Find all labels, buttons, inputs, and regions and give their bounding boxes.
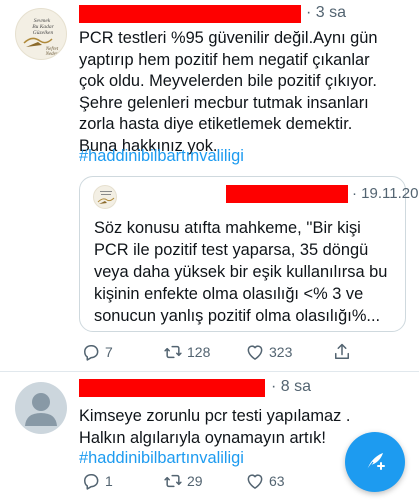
quoted-tweet[interactable]: · 19.11.2020 Söz konusu atıfta mahkeme, …	[79, 176, 419, 332]
like-count: 323	[269, 344, 293, 360]
avatar[interactable]: Sevmek Bu Kadar Güzelken Nefret Neden	[15, 8, 67, 60]
retweet-icon	[164, 345, 182, 359]
retweet-button[interactable]: 29	[163, 469, 203, 493]
tweet[interactable]: Sevmek Bu Kadar Güzelken Nefret Neden · …	[0, 0, 419, 372]
share-button[interactable]	[332, 340, 352, 364]
redacted-username	[79, 379, 265, 397]
avatar[interactable]	[15, 382, 67, 434]
heart-icon	[247, 345, 263, 360]
tweet-actions: 7 128 323	[79, 340, 409, 364]
tweet-time[interactable]: · 3 sa	[306, 4, 346, 22]
retweet-count: 128	[187, 344, 211, 360]
reply-button[interactable]: 7	[81, 340, 113, 364]
reply-icon	[84, 345, 99, 361]
compose-tweet-icon	[366, 453, 385, 471]
hashtag-link[interactable]: #haddinibilbartınvaliligi	[79, 449, 244, 468]
default-avatar-icon	[25, 393, 57, 426]
like-count: 63	[269, 473, 285, 489]
retweet-button[interactable]: 128	[163, 340, 210, 364]
quoted-avatar	[93, 185, 117, 209]
reply-count: 7	[105, 344, 113, 360]
heart-icon	[247, 474, 263, 489]
share-icon	[335, 343, 349, 359]
reply-count: 1	[105, 473, 113, 489]
quoted-text: Söz konusu atıfta mahkeme, ''Bir kişi PC…	[94, 219, 388, 325]
tweet-time[interactable]: · 8 sa	[271, 378, 311, 396]
like-button[interactable]: 323	[245, 340, 292, 364]
hashtag-link[interactable]: #haddinibilbartınvaliligi	[79, 147, 244, 166]
retweet-icon	[164, 474, 182, 488]
tweet-text: PCR testleri %95 güvenilir değil.Aynı gü…	[79, 29, 378, 155]
reply-button[interactable]: 1	[81, 469, 113, 493]
avatar-text: Neden	[45, 52, 59, 57]
redacted-username	[226, 185, 348, 203]
retweet-count: 29	[187, 473, 203, 489]
reply-icon	[84, 474, 99, 490]
redacted-username	[79, 5, 301, 23]
quoted-date: · 19.11.2020	[352, 185, 419, 202]
compose-tweet-button[interactable]	[345, 432, 405, 492]
avatar-text: Güzelken	[33, 30, 54, 36]
like-button[interactable]: 63	[245, 469, 285, 493]
